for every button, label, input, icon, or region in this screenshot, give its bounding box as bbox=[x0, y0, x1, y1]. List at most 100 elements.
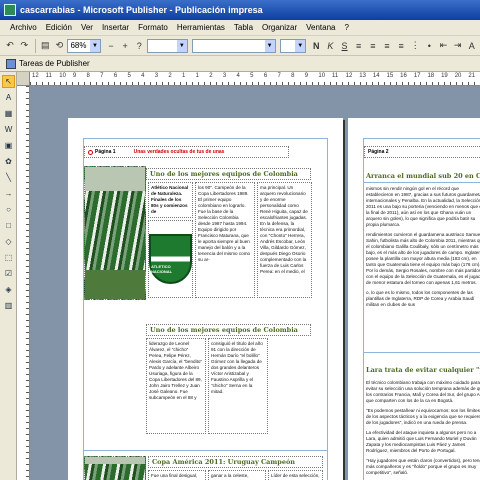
form-control-icon[interactable]: ☑ bbox=[2, 267, 15, 280]
zoom-select[interactable]: 68% ▼ bbox=[67, 38, 101, 53]
help-icon[interactable]: ? bbox=[133, 39, 145, 53]
ruler-tick-label: 7 bbox=[100, 73, 104, 79]
picture-frame-icon[interactable]: ▣ bbox=[2, 139, 15, 152]
headline-5[interactable]: Lara trata de evitar cualquier "pestañeo… bbox=[366, 366, 480, 374]
team-photo[interactable] bbox=[84, 166, 146, 300]
section-divider bbox=[364, 352, 480, 353]
line-icon[interactable]: ╲ bbox=[2, 171, 15, 184]
bullets-icon[interactable]: • bbox=[423, 39, 435, 53]
ruler-tick-label: 13 bbox=[359, 73, 366, 79]
paragraph: El técnico colombiano trabaja con máximo… bbox=[366, 380, 480, 403]
oval-icon[interactable]: ○ bbox=[2, 203, 15, 216]
increase-indent-icon[interactable]: ⇥ bbox=[452, 39, 464, 53]
text-column-7[interactable]: ganar a la celeste, bbox=[208, 470, 266, 480]
ruler-tick-label: 9 bbox=[304, 73, 309, 79]
page-2[interactable]: Página 2 Arranca el mundial sub 20 en Co… bbox=[348, 118, 480, 480]
undo-icon[interactable]: ↶ bbox=[4, 39, 16, 53]
rotate-icon[interactable]: ⟲ bbox=[53, 39, 65, 53]
hotspot-icon[interactable]: ⬚ bbox=[2, 251, 15, 264]
align-left-icon[interactable]: ≡ bbox=[353, 39, 365, 53]
menu-help[interactable]: ? bbox=[345, 23, 349, 32]
menu-edicion[interactable]: Edición bbox=[46, 23, 72, 32]
select-pointer-icon[interactable]: ↖ bbox=[2, 75, 15, 88]
horizontal-ruler[interactable]: 12 11 10 9 8 7 6 5 4 3 2 1 1 2 3 4 5 6 7 8 9 10 11 12 13 14 15 16 17… bbox=[30, 72, 480, 86]
article-text-1[interactable]: mismos sin rendir ningún gol en el récor… bbox=[366, 186, 480, 346]
font-select[interactable]: ▼ bbox=[191, 38, 276, 53]
header-red-text: Unas verdades ocultas de tus de unas bbox=[133, 149, 225, 155]
menu-formato[interactable]: Formato bbox=[138, 23, 168, 32]
publisher-app-icon bbox=[4, 4, 16, 16]
menu-ventana[interactable]: Ventana bbox=[306, 23, 335, 32]
align-center-icon[interactable]: ≡ bbox=[367, 39, 379, 53]
clip-art-icon[interactable]: ✿ bbox=[2, 155, 15, 168]
text-column-4[interactable]: liderazgo de Leonel Álvarez, el "chicho"… bbox=[146, 338, 206, 434]
font-size-select[interactable]: ▼ bbox=[279, 38, 307, 53]
ruler-corner[interactable] bbox=[17, 72, 30, 86]
align-right-icon[interactable]: ≡ bbox=[381, 39, 393, 53]
bold-icon[interactable]: N bbox=[310, 39, 322, 53]
page-1[interactable]: Página 1 Unas verdades ocultas de tus de… bbox=[68, 118, 343, 480]
text-column-2[interactable]: los 90". Campeón de la Copa Libertadores… bbox=[195, 182, 255, 298]
ruler-tick-label: 2 bbox=[168, 73, 172, 79]
ruler-tick-label: 6 bbox=[263, 73, 268, 79]
title-bar: cascarrabias - Microsoft Publisher - Pub… bbox=[0, 0, 480, 20]
headline-2[interactable]: Uno de los mejores equipos de Colombia bbox=[146, 324, 311, 336]
page-header-box[interactable]: Página 1 Unas verdades ocultas de tus de… bbox=[84, 146, 289, 158]
zoom-out-icon[interactable]: − bbox=[105, 39, 117, 53]
ruler-tick-label: 6 bbox=[113, 73, 118, 79]
page-label: Página 2 bbox=[368, 149, 389, 155]
menu-ver[interactable]: Ver bbox=[81, 23, 93, 32]
ruler-tick-label: 8 bbox=[86, 73, 90, 79]
headline-1[interactable]: Uno de los mejores equipos de Colombia bbox=[146, 168, 311, 180]
ruler-tick-label: 1 bbox=[182, 73, 186, 79]
tasks-icon bbox=[6, 58, 16, 69]
ruler-tick-label: 16 bbox=[400, 73, 407, 79]
ruler-tick-label: 10 bbox=[59, 73, 66, 79]
menu-tabla[interactable]: Tabla bbox=[234, 23, 253, 32]
vertical-ruler[interactable] bbox=[17, 86, 30, 480]
ruler-tick-label: 3 bbox=[154, 73, 159, 79]
ruler-tick-label: 5 bbox=[250, 73, 254, 79]
arrow-icon[interactable]: → bbox=[2, 187, 15, 200]
menu-insertar[interactable]: Insertar bbox=[102, 23, 129, 32]
uruguay-photo[interactable] bbox=[84, 456, 146, 480]
layers-icon[interactable]: ▤ bbox=[39, 39, 51, 53]
text-column-6[interactable]: Fue una final desigual, bbox=[148, 470, 206, 480]
redo-icon[interactable]: ↷ bbox=[18, 39, 30, 53]
table-icon[interactable]: ▦ bbox=[2, 107, 15, 120]
text-column-5[interactable]: consiguió el título del año 91 con la di… bbox=[208, 338, 268, 434]
autoshapes-icon[interactable]: ◇ bbox=[2, 235, 15, 248]
text-column-8[interactable]: Líder de esta selección, bbox=[268, 470, 323, 480]
publisher-tasks-button[interactable]: Tareas de Publisher bbox=[6, 58, 90, 69]
justify-icon[interactable]: ≡ bbox=[395, 39, 407, 53]
menu-organizar[interactable]: Organizar bbox=[262, 23, 297, 32]
zoom-value: 68% bbox=[70, 41, 87, 50]
wordart-icon[interactable]: W bbox=[2, 123, 15, 136]
document-workspace[interactable]: Página 1 Unas verdades ocultas de tus de… bbox=[30, 86, 480, 480]
menu-bar: Archivo Edición Ver Insertar Formato Her… bbox=[0, 20, 480, 36]
ruler-tick-label: 14 bbox=[372, 73, 380, 79]
underline-icon[interactable]: S bbox=[338, 39, 350, 53]
menu-archivo[interactable]: Archivo bbox=[10, 23, 37, 32]
design-gallery-icon[interactable]: ▥ bbox=[2, 299, 15, 312]
headline-3[interactable]: Copa América 2011: Uruguay Campeón bbox=[148, 456, 323, 468]
headline-4[interactable]: Arranca el mundial sub 20 en Colombia bbox=[366, 172, 480, 180]
text-box-icon[interactable]: A bbox=[2, 91, 15, 104]
rectangle-icon[interactable]: □ bbox=[2, 219, 15, 232]
numbering-icon[interactable]: ⋮ bbox=[409, 39, 421, 53]
ruler-tick-label: 3 bbox=[222, 73, 227, 79]
chevron-down-icon: ▼ bbox=[295, 39, 306, 52]
club-logo[interactable]: ATLETICO NACIONAL bbox=[148, 220, 193, 298]
article-text-2[interactable]: El técnico colombiano trabaja con máximo… bbox=[366, 380, 480, 480]
font-size-increase-icon[interactable]: A bbox=[466, 39, 478, 53]
html-fragment-icon[interactable]: ◈ bbox=[2, 283, 15, 296]
decrease-indent-icon[interactable]: ⇤ bbox=[437, 39, 449, 53]
style-select[interactable]: ▼ bbox=[147, 38, 188, 53]
menu-herramientas[interactable]: Herramientas bbox=[177, 23, 225, 32]
page-header-box[interactable]: Página 2 bbox=[364, 146, 480, 158]
text-column-1[interactable]: Atlético Nacional de Naturaleza. Finales… bbox=[148, 182, 193, 218]
text-column-3[interactable]: ma principal. Un arquero revolucionario … bbox=[257, 182, 312, 298]
ruler-tick-label: 18 bbox=[427, 73, 435, 79]
zoom-in-icon[interactable]: + bbox=[119, 39, 131, 53]
italic-icon[interactable]: K bbox=[324, 39, 336, 53]
